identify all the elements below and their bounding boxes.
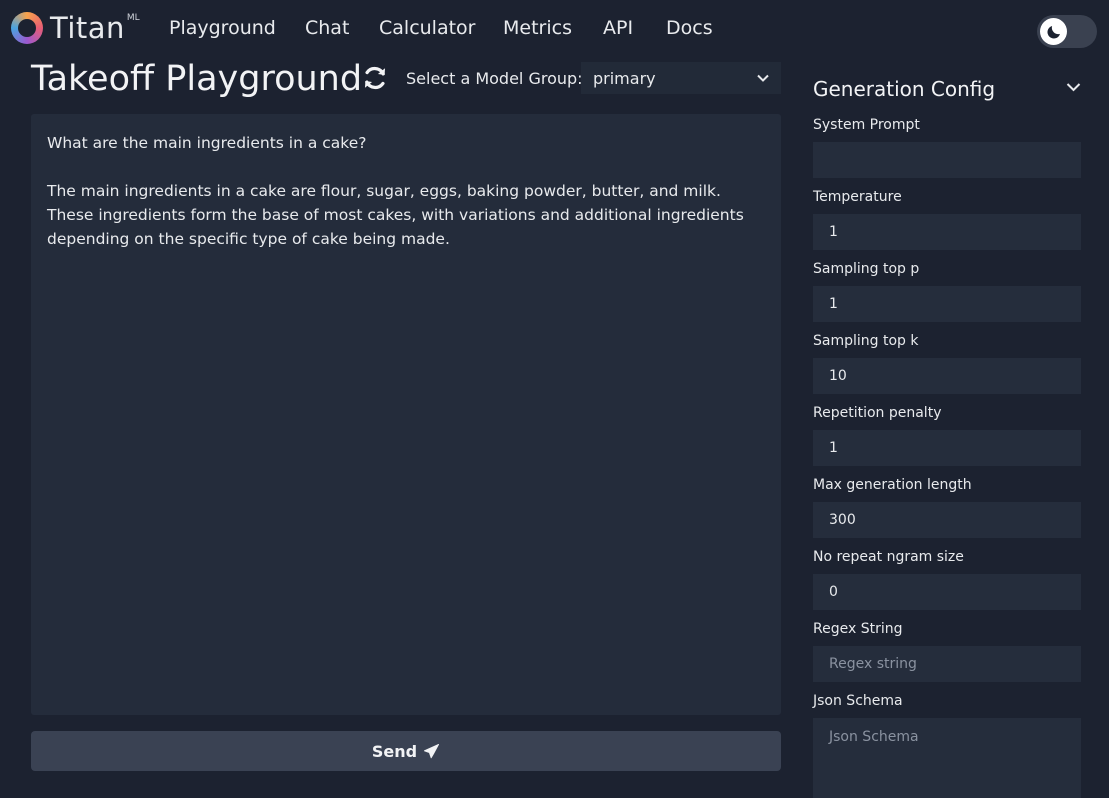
temperature-input[interactable]: 1 xyxy=(813,214,1081,250)
page-title: Takeoff Playground xyxy=(31,59,363,99)
model-group-label: Select a Model Group: xyxy=(406,69,583,88)
titan-logo[interactable]: Titan ML xyxy=(11,11,140,45)
top-p-label: Sampling top p xyxy=(813,261,920,277)
nav-link-metrics[interactable]: Metrics xyxy=(503,15,572,41)
logo-superscript: ML xyxy=(126,13,140,23)
send-icon xyxy=(424,743,440,758)
titan-logo-icon xyxy=(11,12,43,44)
moon-icon xyxy=(1046,25,1060,39)
json-schema-input[interactable]: Json Schema xyxy=(813,718,1081,798)
top-k-label: Sampling top k xyxy=(813,333,919,349)
nav-link-playground[interactable]: Playground xyxy=(169,15,276,41)
send-button-label: Send xyxy=(371,741,418,761)
no-repeat-ngram-input[interactable]: 0 xyxy=(813,574,1081,610)
model-group-value: primary xyxy=(593,68,656,88)
send-button[interactable]: Send xyxy=(31,731,781,771)
nav-link-calculator[interactable]: Calculator xyxy=(379,15,475,41)
regex-string-label: Regex String xyxy=(813,621,903,637)
top-p-input[interactable]: 1 xyxy=(813,286,1081,322)
theme-toggle-knob xyxy=(1040,18,1067,45)
repetition-penalty-label: Repetition penalty xyxy=(813,405,942,421)
top-k-input[interactable]: 10 xyxy=(813,358,1081,394)
temperature-label: Temperature xyxy=(813,189,902,205)
system-prompt-input[interactable] xyxy=(813,142,1081,178)
no-repeat-ngram-label: No repeat ngram size xyxy=(813,549,964,565)
max-generation-length-input[interactable]: 300 xyxy=(813,502,1081,538)
chevron-down-icon[interactable] xyxy=(1066,82,1081,92)
navbar: Titan ML Playground Chat Calculator Metr… xyxy=(0,0,1109,56)
chat-prompt-text: What are the main ingredients in a cake? xyxy=(47,134,367,152)
regex-string-input[interactable]: Regex string xyxy=(813,646,1081,682)
system-prompt-label: System Prompt xyxy=(813,117,920,133)
refresh-icon[interactable] xyxy=(361,64,389,92)
repetition-penalty-input[interactable]: 1 xyxy=(813,430,1081,466)
json-schema-label: Json Schema xyxy=(813,693,903,709)
generation-config-title: Generation Config xyxy=(813,77,996,101)
theme-toggle[interactable] xyxy=(1037,15,1097,48)
model-group-select[interactable]: primary xyxy=(581,62,781,94)
nav-link-chat[interactable]: Chat xyxy=(305,15,349,41)
chevron-down-icon xyxy=(757,74,769,82)
chat-response-text: The main ingredients in a cake are flour… xyxy=(47,182,744,248)
chat-output[interactable]: What are the main ingredients in a cake?… xyxy=(31,114,781,715)
nav-link-api[interactable]: API xyxy=(603,15,633,41)
nav-link-docs[interactable]: Docs xyxy=(666,15,713,41)
logo-text: Titan xyxy=(50,11,125,45)
max-generation-length-label: Max generation length xyxy=(813,477,972,493)
